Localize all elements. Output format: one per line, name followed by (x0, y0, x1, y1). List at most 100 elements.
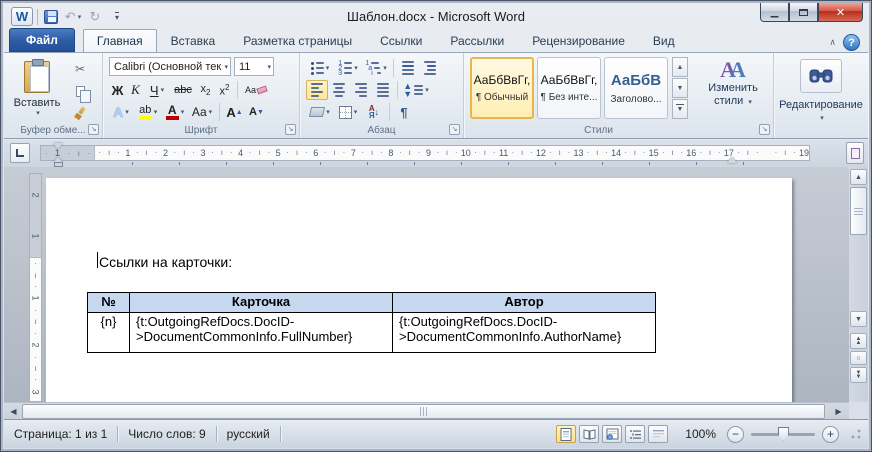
editing-group: Редактирование ▾ (774, 53, 868, 138)
style-card-2[interactable]: АаБбВЗаголово... (604, 57, 668, 119)
scroll-up-button[interactable]: ▲ (850, 169, 867, 185)
format-painter-button[interactable] (68, 103, 92, 123)
scroll-right-button[interactable]: ▶ (831, 404, 846, 419)
underline-button[interactable]: Ч▾ (144, 80, 170, 100)
page-indicator[interactable]: Страница: 1 из 1 (4, 420, 117, 448)
clear-formatting-button[interactable]: Аа (241, 80, 271, 100)
language-indicator[interactable]: русский (217, 420, 280, 448)
zoom-percentage[interactable]: 100% (685, 427, 716, 441)
vertical-scroll-thumb[interactable] (850, 187, 867, 235)
show-marks-button[interactable]: ¶ (393, 102, 415, 122)
ruler-tick: · (621, 146, 630, 160)
tab-home[interactable]: Главная (83, 29, 157, 52)
tab-review[interactable]: Рецензирование (518, 29, 639, 52)
justify-button[interactable] (372, 80, 394, 100)
tab-references[interactable]: Ссылки (366, 29, 436, 52)
tab-file[interactable]: Файл (9, 28, 75, 52)
previous-page-button[interactable]: ▲▲ (850, 333, 867, 349)
line-spacing-button[interactable]: ▲▼▾ (401, 80, 431, 100)
horizontal-scroll-thumb[interactable] (22, 404, 825, 419)
horizontal-scrollbar[interactable]: ◀ ▶ (4, 402, 849, 420)
full-screen-reading-view-button[interactable] (579, 425, 599, 443)
font-name-combo[interactable]: Calibri (Основной тек▾ (109, 57, 231, 76)
change-case-button[interactable]: Аа▾ (188, 102, 216, 122)
table-header-2[interactable]: Автор (393, 293, 656, 313)
styles-scroll-down-button[interactable]: ▼ (672, 78, 688, 98)
word-count[interactable]: Число слов: 9 (118, 420, 215, 448)
tab-selector-button[interactable] (10, 143, 30, 163)
outline-view-button[interactable] (625, 425, 645, 443)
clipboard-dialog-launcher[interactable]: ↘ (88, 124, 99, 135)
numbering-button[interactable]: 123▾ (334, 58, 362, 78)
bullets-button[interactable]: ▾ (306, 58, 334, 78)
tab-insert[interactable]: Вставка (157, 29, 230, 52)
align-center-button[interactable] (328, 80, 350, 100)
document-page[interactable]: Ссылки на карточки: №КарточкаАвтор {n}{t… (46, 178, 792, 402)
select-browse-object-button[interactable]: ○ (850, 351, 867, 365)
zoom-slider-handle[interactable] (778, 427, 789, 441)
tab-mailings[interactable]: Рассылки (436, 29, 518, 52)
print-layout-view-button[interactable] (556, 425, 576, 443)
draft-view-button[interactable] (648, 425, 668, 443)
zoom-slider-track[interactable] (751, 433, 815, 436)
highlight-button[interactable]: ab▾ (134, 102, 162, 122)
scroll-down-button[interactable]: ▼ (850, 311, 867, 327)
shading-button[interactable]: ▾ (306, 102, 334, 122)
collapse-ribbon-icon[interactable]: ∧ (829, 37, 836, 48)
table-cell-0[interactable]: {n} (88, 313, 130, 353)
zoom-out-button[interactable]: − (727, 426, 744, 443)
shading-icon (309, 107, 325, 117)
find-button[interactable] (800, 59, 842, 93)
grow-font-button[interactable]: А▲ (223, 102, 246, 122)
cut-button[interactable]: ✂ (68, 59, 92, 79)
close-button[interactable]: ✕ (818, 3, 863, 22)
superscript-button[interactable]: x2 (215, 80, 234, 100)
tab-page-layout[interactable]: Разметка страницы (229, 29, 366, 52)
styles-dialog-launcher[interactable]: ↘ (759, 124, 770, 135)
bold-button[interactable]: Ж (108, 80, 127, 100)
font-size-combo[interactable]: 11▾ (234, 57, 274, 76)
align-left-button[interactable] (306, 80, 328, 100)
strikethrough-button[interactable]: abc (170, 80, 196, 100)
tab-view[interactable]: Вид (639, 29, 689, 52)
resize-grip[interactable] (850, 428, 862, 440)
document-table[interactable]: №КарточкаАвтор {n}{t:OutgoingRefDocs.Doc… (87, 292, 656, 353)
maximize-button[interactable] (789, 3, 818, 22)
table-cell-1[interactable]: {t:OutgoingRefDocs.DocID->DocumentCommon… (130, 313, 393, 353)
multilevel-list-button[interactable]: 1ai▾ (362, 58, 390, 78)
copy-button[interactable] (68, 81, 92, 101)
ruler-number: 14 (611, 146, 621, 160)
text-effects-button[interactable]: А▾ (108, 102, 134, 122)
scroll-left-button[interactable]: ◀ (6, 404, 21, 419)
style-card-1[interactable]: АаБбВвГг,¶ Без инте... (537, 57, 601, 119)
shrink-font-button[interactable]: А▼ (246, 102, 267, 122)
ruler-toggle-button[interactable] (846, 142, 864, 164)
subscript-button[interactable]: x2 (196, 80, 215, 100)
vertical-ruler[interactable]: 21 ·ı·1·ı·2·ı·3 (29, 173, 42, 402)
horizontal-ruler[interactable]: ·1·ı· ·ı·1·ı·2·ı·3·ı·4·ı·5·ı·6·ı·7·ı·8·ı… (40, 145, 810, 161)
table-cell-2[interactable]: {t:OutgoingRefDocs.DocID->DocumentCommon… (393, 313, 656, 353)
italic-button[interactable]: К (127, 80, 144, 100)
increase-indent-button[interactable] (419, 58, 441, 78)
styles-more-button[interactable]: ▼ (672, 99, 688, 119)
font-dialog-launcher[interactable]: ↘ (285, 124, 296, 135)
styles-scroll-up-button[interactable]: ▲ (672, 57, 688, 77)
table-header-0[interactable]: № (88, 293, 130, 313)
help-button[interactable]: ? (843, 34, 860, 51)
sort-button[interactable]: АЯ↓ (362, 102, 386, 122)
table-header-1[interactable]: Карточка (130, 293, 393, 313)
borders-button[interactable]: ▾ (334, 102, 362, 122)
change-styles-button[interactable]: АА Изменитьстили ▾ (696, 57, 770, 135)
decrease-indent-button[interactable] (397, 58, 419, 78)
paste-button[interactable]: Вставить ▾ (10, 57, 64, 133)
paragraph-text[interactable]: Ссылки на карточки: (99, 254, 232, 270)
style-card-0[interactable]: АаБбВвГг,¶ Обычный (470, 57, 534, 119)
zoom-in-button[interactable]: + (822, 426, 839, 443)
vertical-scrollbar[interactable]: ▲ ▼ ▲▲ ○ ▼▼ (849, 167, 868, 402)
font-color-button[interactable]: А▾ (162, 102, 188, 122)
next-page-button[interactable]: ▼▼ (850, 367, 867, 383)
minimize-button[interactable]: ▁ (760, 3, 789, 22)
align-right-button[interactable] (350, 80, 372, 100)
web-layout-view-button[interactable] (602, 425, 622, 443)
title-bar[interactable]: W ↶▾ ↻ ▾ Шаблон.docx - Microsoft Word ▁ … (4, 3, 868, 29)
